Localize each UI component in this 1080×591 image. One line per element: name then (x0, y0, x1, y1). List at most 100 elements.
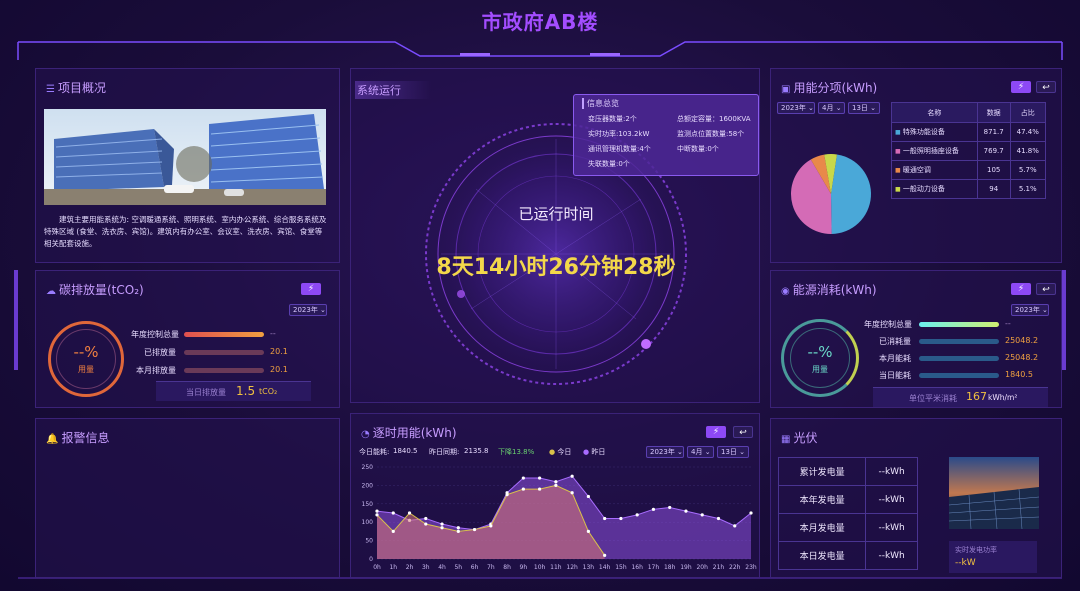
back-button[interactable]: ↩ (1036, 283, 1056, 295)
energy-row-value: 25048.2 (1005, 353, 1039, 362)
lightning-button[interactable]: ⚡ (301, 283, 321, 295)
data-point (456, 526, 460, 530)
x-tick-label: 10h (534, 564, 546, 571)
energy-items-table: 名称 数据 占比 ■ 特殊功能设备 871.7 47.4% ■ 一般照明插座设备… (891, 102, 1047, 199)
lightning-button[interactable]: ⚡ (706, 426, 726, 438)
day-select[interactable]: 13日 ⌄ (717, 446, 749, 458)
x-tick-label: 17h (648, 564, 660, 571)
info-row: 中断数量:0个 (677, 145, 719, 153)
energy-row-bar (919, 356, 999, 361)
info-row: 通讯管理机数量:4个 (588, 145, 651, 153)
solar-icon: ▦ (781, 434, 791, 445)
year-select[interactable]: 2023年 ⌄ (646, 446, 684, 458)
data-point (603, 553, 607, 557)
energy-consumption-panel: ◉ 能源消耗(kWh) ⚡ ↩ 2023年 ⌄ --% 用量 年度控制总量 -- … (770, 270, 1062, 408)
data-point (570, 474, 574, 478)
cloud-icon: ☁ (46, 286, 56, 297)
energy-row-label: 本月能耗 (879, 354, 911, 363)
energy-row-label: 年度控制总量 (864, 320, 912, 329)
data-point (586, 494, 590, 499)
x-tick-label: 15h (615, 564, 627, 571)
carbon-gauge-label: 用量 (78, 365, 94, 374)
table-row: 累计发电量 --kWh (777, 457, 918, 486)
year-select[interactable]: 2023年 ⌄ (1011, 304, 1049, 316)
bell-icon: 🔔 (46, 434, 59, 445)
pie-slice (831, 154, 871, 234)
info-overview-title: 信息总览 (582, 98, 619, 109)
carbon-row-value: -- (270, 329, 276, 338)
year-select[interactable]: 2023年 ⌄ (777, 102, 815, 114)
day-select[interactable]: 13日 ⌄ (848, 102, 880, 114)
data-point (700, 513, 704, 517)
pv-table: 累计发电量 --kWh 本年发电量 --kWh 本月发电量 --kWh 本日发电量 --… (777, 457, 918, 570)
year-select[interactable]: 2023年 ⌄ (289, 304, 327, 316)
hourly-panel: ◔ 逐时用能(kWh) ⚡ ↩ 今日能耗: 1840.5 昨日同期: 2135.8… (350, 413, 760, 578)
x-tick-label: 22h (729, 564, 741, 571)
energy-row-value: 25048.2 (1005, 336, 1039, 345)
data-point (635, 513, 639, 517)
system-panel: 系统运行 已运行时间 8天14小时26分钟28秒 信息总览 变压器数量:2个 总… (350, 68, 760, 403)
lightning-button[interactable]: ⚡ (1011, 283, 1031, 295)
data-point (424, 516, 428, 521)
data-point (603, 516, 607, 521)
legend-yesterday: ● 昨日 (583, 448, 606, 456)
data-point (716, 516, 721, 521)
project-panel: ☰ 项目概况 建筑主要用能系统为: 空调暖通系统、照明系统、室内办公系统、综合服务… (35, 68, 340, 263)
data-point (489, 524, 493, 528)
y-tick-label: 150 (362, 501, 374, 508)
carbon-today-label: 当日排放量 (186, 388, 226, 397)
energy-row-label: 当日能耗 (879, 371, 911, 380)
x-tick-label: 20h (696, 564, 708, 571)
x-tick-label: 2h (406, 564, 414, 571)
runtime-value: 8天14小时26分钟28秒 (436, 255, 676, 280)
pv-title: ▦ 光伏 (781, 431, 818, 445)
back-button[interactable]: ↩ (1036, 81, 1056, 93)
data-point (521, 487, 525, 491)
carbon-panel: ☁ 碳排放量(tCO₂) ⚡ 2023年 ⌄ --% 用量 年度控制总量 -- 已… (35, 270, 340, 408)
x-tick-label: 23h (745, 564, 757, 571)
month-select[interactable]: 4月 ⌄ (687, 446, 714, 458)
legend-today: ● 今日 (549, 448, 572, 456)
energy-items-panel: ▣ 用能分项(kWh) ⚡ ↩ 2023年 ⌄ 4月 ⌄ 13日 ⌄ 名称 数据 … (770, 68, 1062, 263)
x-tick-label: 0h (373, 564, 381, 571)
carbon-today-unit: tCO₂ (259, 387, 278, 396)
energy-row-bar (919, 339, 999, 344)
project-title: ☰ 项目概况 (46, 81, 106, 95)
energy-gauge-label: 用量 (812, 365, 828, 374)
data-point (407, 511, 412, 515)
data-point (619, 516, 623, 521)
energy-row-label: 已消耗量 (879, 337, 911, 346)
back-button[interactable]: ↩ (733, 426, 753, 438)
carbon-row-label: 已排放量 (144, 348, 176, 357)
table-row: ■ 特殊功能设备 871.7 47.4% (891, 122, 1047, 142)
energy-unit-value: 167 (966, 390, 987, 403)
energy-pie-chart (791, 154, 871, 234)
data-point (391, 529, 395, 533)
data-point (684, 509, 688, 513)
monitor-icon: ▣ (781, 84, 791, 95)
energy-row-bar (919, 373, 999, 378)
lightning-button[interactable]: ⚡ (1011, 81, 1031, 93)
pv-realtime-label: 实时发电功率 (955, 546, 997, 554)
data-point (651, 507, 656, 511)
table-row: ■ 一般动力设备 94 5.1% (891, 179, 1047, 199)
data-point (472, 527, 477, 532)
x-tick-label: 12h (566, 564, 578, 571)
table-row: ■ 一般照明插座设备 769.7 41.8% (891, 141, 1047, 161)
month-select[interactable]: 4月 ⌄ (818, 102, 845, 114)
info-row: 实时功率:103.2kW (588, 130, 650, 138)
pv-realtime-value: --kW (955, 558, 976, 568)
x-tick-label: 16h (631, 564, 643, 571)
building-image (44, 109, 326, 205)
x-tick-label: 1h (389, 564, 397, 571)
energy-row-value: -- (1005, 319, 1011, 328)
carbon-row-label: 本月排放量 (136, 366, 176, 375)
x-tick-label: 14h (599, 564, 611, 571)
hourly-yesterday-value: 2135.8 (464, 447, 489, 455)
system-title: 系统运行 (355, 81, 431, 99)
hourly-chart: 0 50 100 150 200 250 0h 1h 2h 3h 4h 5h 6h 7h 8h 9h 10h 11… (362, 464, 757, 571)
info-row: 失联数量:0个 (588, 160, 630, 168)
x-tick-label: 19h (680, 564, 692, 571)
energy-row-value: 1840.5 (1005, 370, 1033, 379)
hourly-yesterday-label: 昨日同期: (429, 448, 460, 456)
